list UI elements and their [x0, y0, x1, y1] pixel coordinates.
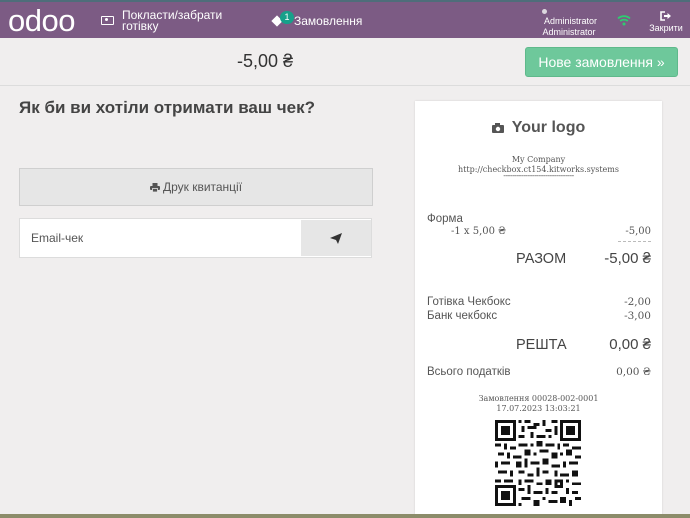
taxes-label: Всього податків	[427, 366, 511, 378]
user-menu[interactable]: Administrator Administrator	[538, 9, 600, 39]
camera-icon	[491, 123, 504, 133]
cash-in-out-button[interactable]: Покласти/забрати готівку	[101, 8, 232, 34]
printer-icon	[149, 182, 160, 192]
receipt-logo: Your logo	[415, 119, 662, 137]
email-receipt-row	[19, 218, 372, 258]
orders-count-badge: 1	[280, 11, 294, 24]
wifi-icon	[617, 15, 631, 26]
order-datetime: 17.07.2023 13:03:21	[496, 404, 581, 413]
order-number: Замовлення 00028-002-0001	[478, 394, 599, 403]
user-name-bottom: Administrator	[542, 27, 596, 37]
close-session-button[interactable]: Закрити	[646, 11, 686, 33]
paper-plane-icon	[330, 232, 342, 244]
total-separator	[618, 241, 651, 242]
payment-method-name: Банк чекбокс	[427, 310, 498, 322]
orders-label: Замовлення	[294, 14, 363, 28]
user-name-top: Administrator	[544, 16, 598, 26]
email-input[interactable]	[20, 219, 301, 257]
change-value: 0,00 ₴	[609, 336, 651, 353]
print-receipt-button[interactable]: Друк квитанції	[19, 168, 373, 206]
taxes-line: Всього податків 0,00 ₴	[427, 366, 651, 378]
receipt-line-item: Форма -1 x 5,00 ₴ -5,00	[427, 213, 651, 237]
receipt-logo-text: Your logo	[511, 119, 586, 136]
sign-out-icon	[660, 11, 671, 21]
company-info: My Company http://checkbox.ct154.kitwork…	[415, 155, 662, 181]
receipt-question-heading: Як би ви хотіли отримати ваш чек?	[19, 98, 315, 117]
company-separator: --------------------------------	[503, 171, 574, 180]
payment-line: Готівка Чекбокс -2,00	[427, 296, 651, 308]
close-label: Закрити	[649, 23, 683, 33]
line-item-name: Форма	[427, 213, 463, 225]
company-name: My Company	[511, 155, 566, 164]
pos-header: odoo Покласти/забрати готівку Замовлення…	[0, 0, 690, 38]
taxes-value: 0,00 ₴	[616, 366, 651, 378]
receipt-total-value: -5,00 ₴	[604, 250, 651, 267]
order-reference: Замовлення 00028-002-0001 17.07.2023 13:…	[415, 394, 662, 414]
receipt-preview: Your logo My Company http://checkbox.ct1…	[415, 101, 662, 518]
send-email-button[interactable]	[301, 220, 371, 256]
change-label: РЕШТА	[516, 337, 567, 353]
line-item-amount: -5,00	[625, 226, 651, 237]
print-receipt-label: Друк квитанції	[162, 180, 243, 194]
order-total-amount: -5,00 ₴	[236, 51, 294, 71]
receipt-total-label: РАЗОМ	[516, 251, 567, 267]
new-order-button[interactable]: Нове замовлення »	[525, 47, 678, 77]
payment-amount: -3,00	[624, 310, 651, 322]
qr-code	[495, 420, 581, 506]
payment-amount: -2,00	[624, 296, 651, 308]
payment-method-name: Готівка Чекбокс	[427, 296, 511, 308]
cash-in-out-label: Покласти/забрати готівку	[122, 8, 223, 33]
line-item-qty: -1 x 5,00 ₴	[451, 226, 506, 237]
window-bottom-edge	[0, 514, 690, 518]
payment-line: Банк чекбокс -3,00	[427, 310, 651, 322]
money-icon	[101, 16, 114, 25]
odoo-logo: odoo	[8, 3, 75, 38]
